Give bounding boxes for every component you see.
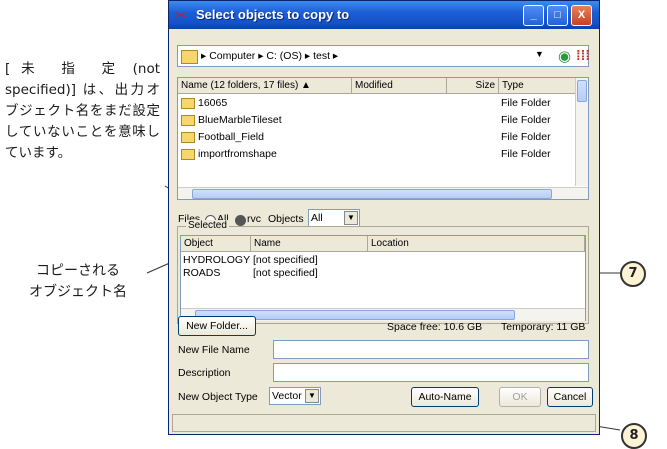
folder-icon	[181, 132, 195, 143]
close-button[interactable]: X	[571, 5, 592, 26]
objects-select[interactable]: All ▼	[308, 209, 360, 227]
folder-icon	[181, 115, 195, 126]
dialog-window: ✂ Select objects to copy to _ □ X ▸ Comp…	[168, 0, 600, 435]
selected-name[interactable]: [not specified]	[253, 267, 318, 279]
rvc-label: rvc	[247, 213, 261, 225]
folder-icon	[181, 50, 198, 64]
radio-rvc[interactable]	[235, 215, 246, 226]
new-object-type-label: New Object Type	[178, 391, 258, 403]
auto-name-button[interactable]: Auto-Name	[411, 387, 479, 407]
description-input[interactable]	[273, 363, 589, 382]
chevron-down-icon[interactable]: ▼	[535, 49, 544, 59]
chevron-down-icon[interactable]: ▼	[305, 389, 319, 403]
column-header-size[interactable]: Size	[447, 78, 499, 94]
column-header-object[interactable]: Object	[181, 236, 251, 252]
new-object-type-select[interactable]: Vector ▼	[269, 387, 321, 405]
temporary-space: Temporary: 11 GB	[501, 321, 586, 333]
scroll-thumb[interactable]	[192, 189, 552, 199]
selected-list[interactable]: Object Name Location HYDROLOGY [not spec…	[180, 235, 586, 321]
column-header-name[interactable]: Name (12 folders, 17 files) ▲	[178, 78, 352, 94]
selected-legend: Selected	[186, 220, 229, 231]
selected-name[interactable]: [not specified]	[253, 254, 318, 266]
ok-button[interactable]: OK	[499, 387, 541, 407]
column-header-location[interactable]: Location	[368, 236, 585, 252]
tools-icon: ✂	[175, 7, 187, 23]
scroll-thumb[interactable]	[577, 80, 587, 102]
selected-object[interactable]: ROADS	[183, 267, 220, 279]
folder-icon	[181, 98, 195, 109]
chevron-down-icon[interactable]: ▼	[344, 211, 358, 225]
callout-7: 7	[620, 261, 646, 287]
callout-8: 8	[621, 423, 647, 449]
maximize-button[interactable]: □	[547, 5, 568, 26]
new-file-name-input[interactable]	[273, 340, 589, 359]
globe-icon[interactable]: ◉	[558, 47, 571, 65]
window-title: Select objects to copy to	[196, 7, 350, 22]
grid-icon[interactable]: ⁞⁞⁞	[576, 47, 590, 63]
folder-icon	[181, 149, 195, 160]
status-bar	[172, 414, 596, 432]
selected-group: Selected Object Name Location HYDROLOGY …	[177, 220, 589, 324]
address-path[interactable]: ▸ Computer ▸ C: (OS) ▸ test ▸	[201, 50, 338, 62]
space-free: Space free: 10.6 GB	[387, 321, 483, 333]
objects-label: Objects	[268, 213, 304, 225]
column-header-modified[interactable]: Modified	[352, 78, 447, 94]
address-bar[interactable]: ▸ Computer ▸ C: (OS) ▸ test ▸ ▼ ◉ ⁞⁞⁞	[177, 45, 590, 67]
minimize-button[interactable]: _	[523, 5, 544, 26]
title-bar[interactable]: ✂ Select objects to copy to _ □ X	[169, 1, 599, 29]
cancel-button[interactable]: Cancel	[547, 387, 593, 407]
list-item[interactable]: importfromshape File Folder	[178, 146, 573, 163]
list-item[interactable]: BlueMarbleTileset File Folder	[178, 112, 573, 129]
list-item[interactable]: 16065 File Folder	[178, 95, 573, 112]
new-folder-button[interactable]: New Folder...	[178, 316, 256, 336]
column-header-type[interactable]: Type	[499, 78, 576, 94]
vertical-scrollbar[interactable]	[575, 78, 588, 186]
file-list[interactable]: Name (12 folders, 17 files) ▲ Modified S…	[177, 77, 589, 200]
selected-object[interactable]: HYDROLOGY	[183, 254, 250, 266]
column-header-name[interactable]: Name	[251, 236, 368, 252]
horizontal-scrollbar[interactable]	[178, 187, 588, 199]
description-label: Description	[178, 367, 231, 379]
list-item[interactable]: Football_Field File Folder	[178, 129, 573, 146]
new-file-name-label: New File Name	[178, 344, 250, 356]
